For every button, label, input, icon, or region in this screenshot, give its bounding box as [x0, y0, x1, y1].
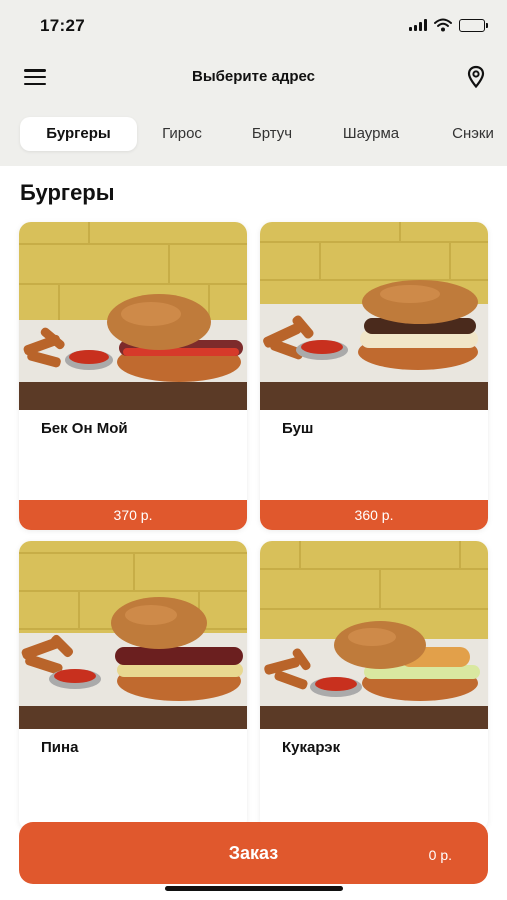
order-button[interactable]: Заказ 0 р.: [19, 822, 488, 884]
address-selector[interactable]: Выберите адрес: [0, 68, 507, 85]
status-bar: 17:27: [0, 0, 507, 50]
status-time: 17:27: [40, 16, 85, 35]
home-indicator: [165, 886, 343, 891]
product-card[interactable]: Буш 360 р.: [260, 222, 488, 530]
order-label: Заказ: [228, 843, 279, 863]
tab-brtuch[interactable]: Бртуч: [238, 117, 306, 151]
order-total: 0 р.: [428, 847, 452, 863]
tab-shawarma[interactable]: Шаурма: [326, 117, 416, 151]
burger-photo: [19, 222, 247, 410]
product-card[interactable]: Кукарэк: [260, 541, 488, 831]
product-price-button[interactable]: 370 р.: [19, 500, 247, 530]
product-card[interactable]: Бек Он Мой 370 р.: [19, 222, 247, 530]
section-title: Бургеры: [20, 180, 115, 205]
burger-photo: [260, 222, 488, 410]
category-tabs: Бургеры Гирос Бртуч Шаурма Снэки: [0, 113, 507, 155]
wifi-icon: [434, 18, 452, 32]
product-name: Буш: [282, 420, 314, 437]
tab-snacks[interactable]: Снэки: [437, 117, 507, 151]
product-price-button[interactable]: 360 р.: [260, 500, 488, 530]
burger-photo: [19, 541, 247, 729]
product-name: Пина: [41, 739, 79, 756]
status-icons: [409, 17, 488, 33]
burger-photo: [260, 541, 488, 729]
tab-gyros[interactable]: Гирос: [148, 117, 216, 151]
product-card[interactable]: Пина: [19, 541, 247, 831]
tab-burgers[interactable]: Бургеры: [20, 117, 137, 151]
nav-bar: Выберите адрес: [0, 55, 507, 99]
product-name: Кукарэк: [282, 739, 341, 756]
product-name: Бек Он Мой: [41, 420, 128, 437]
cellular-signal-icon: [409, 19, 427, 31]
location-pin-icon[interactable]: [465, 65, 487, 89]
battery-icon: [459, 18, 488, 32]
